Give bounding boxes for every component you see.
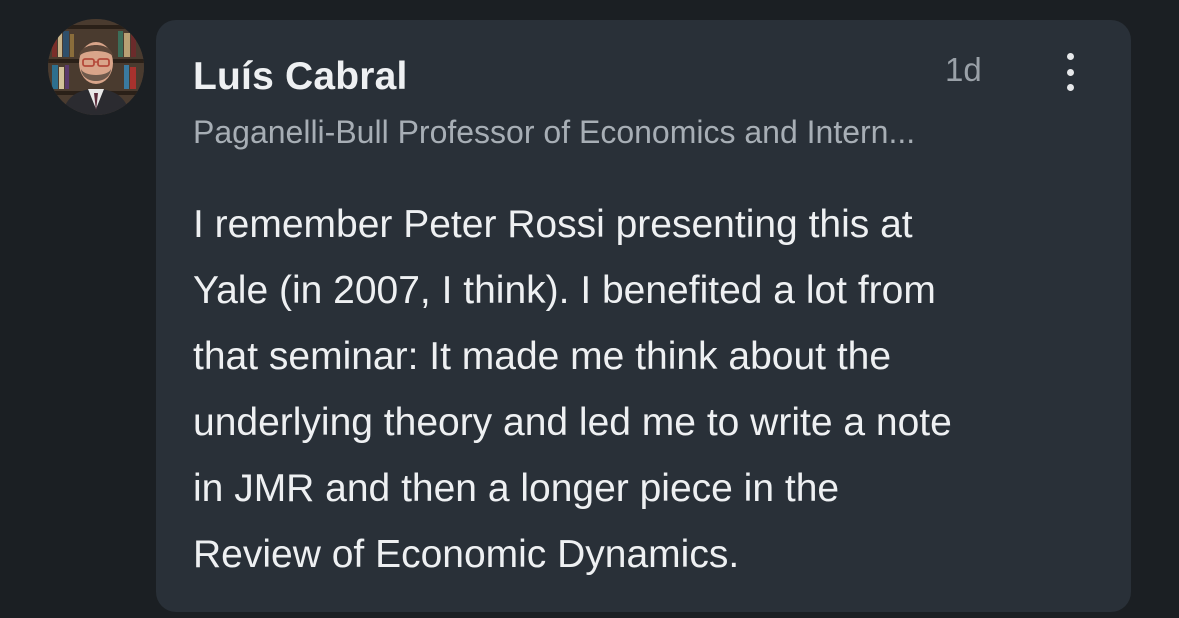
comment-body-line: underlying theory and led me to write a … <box>193 401 952 444</box>
comment-body: I remember Peter Rossi presenting this a… <box>193 192 1113 588</box>
comment-thread: Luís Cabral 1d Paganelli-Bull Professor … <box>0 0 1179 618</box>
vertical-ellipsis-icon <box>1066 84 1074 91</box>
more-options-button[interactable] <box>1052 50 1088 94</box>
comment-body-line: in JMR and then a longer piece in the <box>193 467 840 510</box>
author-name[interactable]: Luís Cabral <box>193 55 408 99</box>
author-headline: Paganelli-Bull Professor of Economics an… <box>193 114 916 150</box>
comment-body-line: that seminar: It made me think about the <box>193 335 892 378</box>
comment-timestamp: 1d <box>945 51 982 88</box>
comment-card: Luís Cabral 1d Paganelli-Bull Professor … <box>156 20 1131 612</box>
comment-body-line: I remember Peter Rossi presenting this a… <box>193 203 913 246</box>
vertical-ellipsis-icon <box>1066 68 1074 76</box>
comment-body-line: Review of Economic Dynamics. <box>193 533 740 576</box>
profile-photo-icon <box>48 19 144 115</box>
vertical-ellipsis-icon <box>1066 53 1074 60</box>
author-avatar[interactable] <box>48 19 144 115</box>
comment-body-line: Yale (in 2007, I think). I benefited a l… <box>193 269 936 312</box>
